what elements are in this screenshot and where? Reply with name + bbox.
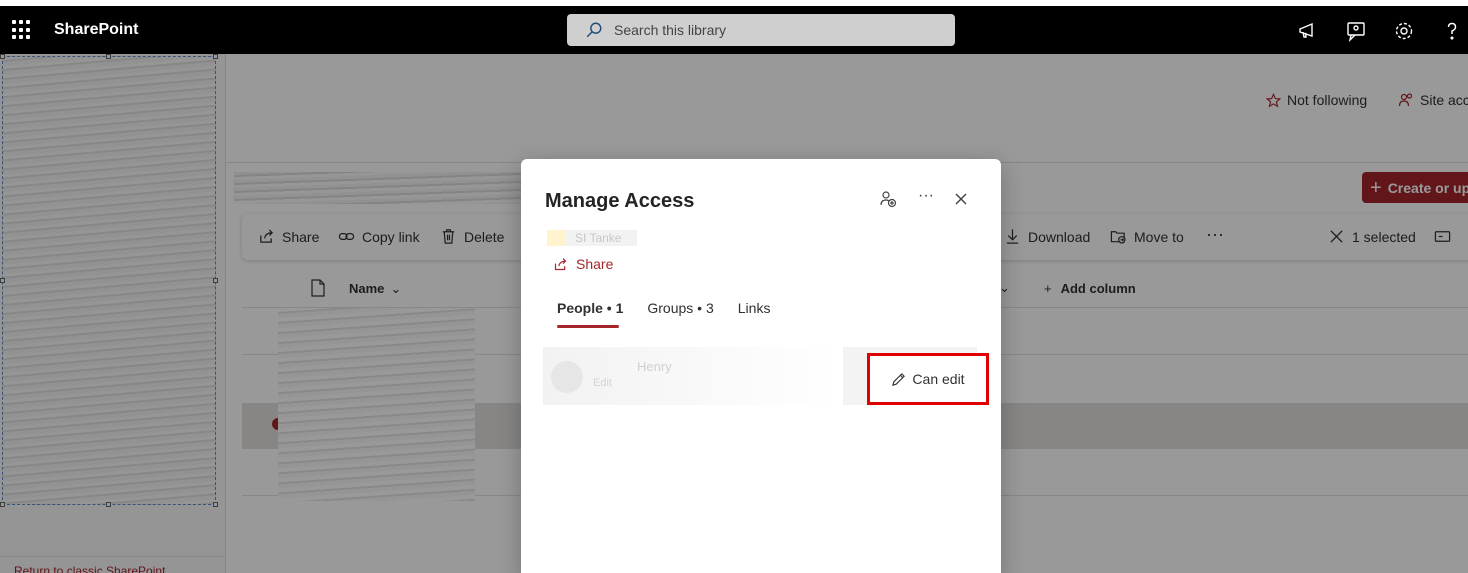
feedback-icon[interactable] (1345, 20, 1367, 42)
megaphone-icon[interactable] (1297, 20, 1319, 42)
help-icon[interactable] (1441, 20, 1463, 42)
search-box[interactable]: Search this library (567, 14, 955, 46)
dialog-share-label: Share (576, 256, 614, 272)
add-person-icon[interactable] (879, 190, 897, 208)
permission-dropdown[interactable]: Can edit (867, 353, 989, 405)
person-name: Henry (637, 359, 672, 374)
pencil-icon (892, 372, 906, 386)
access-tabs: People • 1 Groups • 3 Links (557, 300, 770, 328)
app-launcher-icon[interactable] (12, 20, 32, 40)
suite-bar: SharePoint Search this library (0, 0, 1468, 54)
more-options-icon[interactable]: ··· (918, 187, 936, 205)
close-icon[interactable] (952, 190, 970, 208)
tab-links[interactable]: Links (738, 300, 771, 328)
permission-label: Can edit (912, 371, 965, 387)
manage-access-dialog: Manage Access ··· SI Tanke Share People … (521, 159, 1001, 573)
person-detail: Edit (593, 377, 612, 389)
dialog-share-button[interactable]: Share (553, 256, 613, 272)
dialog-title: Manage Access (545, 190, 695, 212)
gear-icon[interactable] (1393, 20, 1415, 42)
share-icon (554, 257, 567, 270)
person-row (543, 347, 843, 405)
item-name: SI Tanke (575, 231, 622, 245)
tab-groups[interactable]: Groups • 3 (647, 300, 713, 328)
avatar (551, 361, 583, 393)
search-placeholder: Search this library (614, 22, 727, 38)
tab-people[interactable]: People • 1 (557, 300, 623, 328)
search-icon (586, 22, 602, 38)
app-name[interactable]: SharePoint (54, 21, 138, 39)
